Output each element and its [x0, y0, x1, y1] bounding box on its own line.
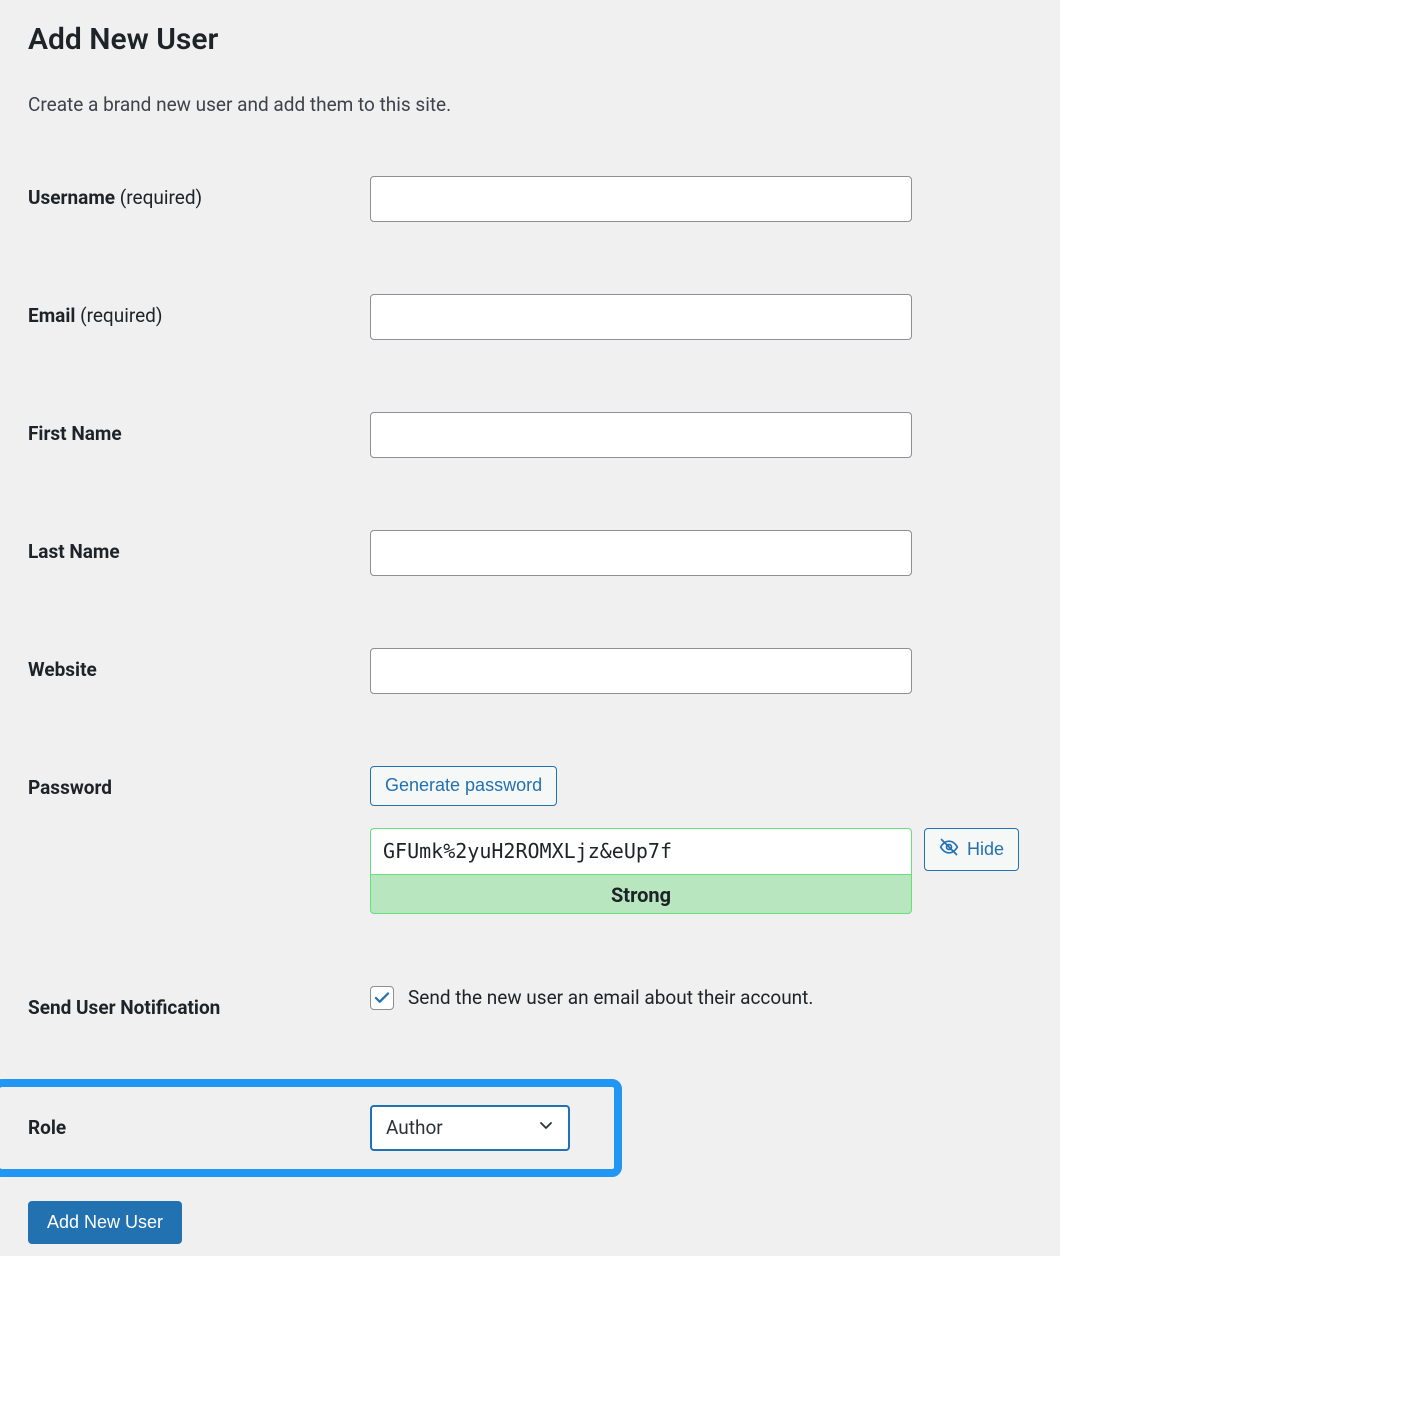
email-label-text: Email	[28, 304, 80, 327]
role-highlight-box: Role Author	[0, 1079, 622, 1177]
hide-password-button[interactable]: Hide	[924, 828, 1019, 872]
email-required-text: (required)	[80, 304, 162, 327]
username-label: Username (required)	[28, 176, 370, 209]
username-input[interactable]	[370, 176, 912, 222]
password-strength-indicator: Strong	[370, 874, 912, 914]
website-label: Website	[28, 648, 370, 681]
website-input[interactable]	[370, 648, 912, 694]
send-notification-checkbox[interactable]	[370, 986, 394, 1010]
last-name-input[interactable]	[370, 530, 912, 576]
page-description: Create a brand new user and add them to …	[28, 93, 1060, 116]
hide-password-label: Hide	[967, 839, 1004, 861]
email-input[interactable]	[370, 294, 912, 340]
username-label-text: Username	[28, 186, 120, 209]
email-label: Email (required)	[28, 294, 370, 327]
username-required-text: (required)	[120, 186, 202, 209]
chevron-down-icon	[536, 1115, 556, 1140]
check-icon	[373, 989, 391, 1007]
password-label: Password	[28, 766, 370, 799]
role-select[interactable]: Author	[370, 1105, 570, 1151]
last-name-label: Last Name	[28, 530, 370, 563]
role-selected-value: Author	[386, 1116, 443, 1139]
first-name-label: First Name	[28, 412, 370, 445]
first-name-input[interactable]	[370, 412, 912, 458]
password-input[interactable]	[370, 828, 912, 874]
send-notification-label: Send User Notification	[28, 986, 370, 1019]
eye-slash-icon	[939, 837, 959, 863]
add-new-user-button[interactable]: Add New User	[28, 1201, 182, 1244]
generate-password-button[interactable]: Generate password	[370, 766, 557, 806]
send-notification-text: Send the new user an email about their a…	[408, 986, 813, 1009]
page-title: Add New User	[28, 22, 1060, 57]
role-label: Role	[28, 1116, 370, 1139]
